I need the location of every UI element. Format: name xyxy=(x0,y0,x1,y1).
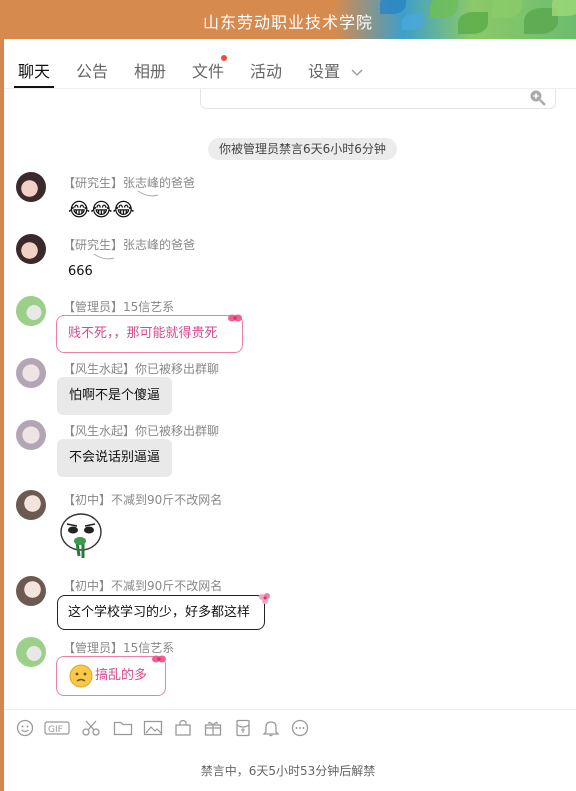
sender-line: 【管理员】15信艺系 xyxy=(63,298,174,315)
tab-settings-label: 设置 xyxy=(308,62,341,81)
message-bubble: 这个学校学习的少，好多都这样 xyxy=(57,595,265,630)
message-bubble: 不会说话别逼逼 xyxy=(57,439,173,477)
message-text: 😂😂😂 xyxy=(68,199,135,221)
sender-line: 【初中】不减到90斤不改网名 xyxy=(63,577,222,594)
message-bubble: 搞乱的多 xyxy=(56,656,166,696)
member-rank: 【初中】 xyxy=(63,579,112,593)
tab-bar: 聊天 公告 相册 文件 活动 设置 xyxy=(4,39,576,89)
sender-name[interactable]: 张志峰的爸爸 xyxy=(123,176,195,190)
member-rank: 【研究生】 xyxy=(63,176,124,190)
message-text: 666 xyxy=(68,264,93,279)
avatar[interactable] xyxy=(16,172,46,202)
avatar[interactable] xyxy=(16,296,46,326)
flower-decoration xyxy=(259,593,270,604)
avatar[interactable] xyxy=(16,234,46,264)
member-rank: 【初中】 xyxy=(63,493,112,507)
sender-name[interactable]: 不减到90斤不改网名 xyxy=(111,493,222,507)
name-tail-decoration xyxy=(137,190,159,197)
tab-settings[interactable]: 设置 xyxy=(308,58,363,82)
gift-icon[interactable] xyxy=(203,719,223,737)
sender-line: 【风生水起】你已被移出群聊 xyxy=(63,360,219,377)
search-box[interactable] xyxy=(200,89,556,109)
avatar[interactable] xyxy=(16,420,46,450)
gift-bag-icon[interactable] xyxy=(173,719,193,737)
window-title: 山东劳动职业技术学院 xyxy=(202,13,373,32)
member-rank: 【风生水起】 xyxy=(63,424,136,438)
member-rank: 【管理员】 xyxy=(63,641,124,655)
sender-name[interactable]: 15信艺系 xyxy=(123,300,174,314)
sender-line: 【管理员】15信艺系 xyxy=(63,639,174,656)
message-bubble: 怕啊不是个傻逼 xyxy=(57,377,173,415)
member-rank: 【风生水起】 xyxy=(63,362,136,376)
svg-text:GIF: GIF xyxy=(48,725,63,735)
sender-line: 【研究生】张志峰的爸爸 xyxy=(63,174,195,191)
message-text: 怕啊不是个傻逼 xyxy=(69,388,161,403)
zoom-in-icon[interactable] xyxy=(529,89,547,107)
sender-line: 【初中】不减到90斤不改网名 xyxy=(63,491,222,508)
sender-line: 【研究生】张志峰的爸爸 xyxy=(63,236,195,253)
mute-notice: 你被管理员禁言6天6小时6分钟 xyxy=(208,138,397,160)
gif-icon[interactable]: GIF xyxy=(44,719,70,737)
message-text: 这个学校学习的少，好多都这样 xyxy=(68,605,251,620)
member-rank: 【研究生】 xyxy=(63,238,124,252)
sender-name[interactable]: 你已被移出群聊 xyxy=(135,362,219,376)
red-packet-icon[interactable] xyxy=(233,719,253,737)
name-tail-decoration xyxy=(93,253,115,260)
message-bubble: 贱不死，，那可能就得贵死 xyxy=(56,315,243,353)
bow-decoration xyxy=(152,655,166,663)
sender-name[interactable]: 15信艺系 xyxy=(123,641,174,655)
emoji-icon[interactable] xyxy=(15,719,35,737)
tab-album[interactable]: 相册 xyxy=(134,58,166,82)
tab-chat[interactable]: 聊天 xyxy=(18,58,50,82)
input-toolbar: GIF xyxy=(4,709,576,745)
new-file-badge xyxy=(221,55,227,61)
bow-decoration xyxy=(228,314,242,322)
tab-files[interactable]: 文件 xyxy=(192,58,224,82)
more-icon[interactable] xyxy=(290,719,310,737)
tab-activities[interactable]: 活动 xyxy=(250,58,282,82)
active-tab-indicator xyxy=(14,86,54,88)
worried-face-icon xyxy=(69,664,93,687)
chevron-down-icon xyxy=(351,69,363,76)
avatar[interactable] xyxy=(16,490,46,520)
window-frame xyxy=(0,0,4,791)
tab-announcements[interactable]: 公告 xyxy=(76,58,108,82)
folder-icon[interactable] xyxy=(113,719,133,737)
message-text: 搞乱的多 xyxy=(95,668,148,683)
avatar[interactable] xyxy=(16,576,46,606)
member-rank: 【管理员】 xyxy=(63,300,124,314)
title-bar[interactable]: 山东劳动职业技术学院 xyxy=(0,0,576,39)
bell-icon[interactable] xyxy=(261,719,281,737)
sender-line: 【风生水起】你已被移出群聊 xyxy=(63,422,219,439)
sender-name[interactable]: 张志峰的爸爸 xyxy=(123,238,195,252)
avatar[interactable] xyxy=(16,637,46,667)
message-text: 贱不死，，那可能就得贵死 xyxy=(68,326,218,341)
message-text: 不会说话别逼逼 xyxy=(69,450,161,465)
mute-status: 禁言中，6天5小时53分钟后解禁 xyxy=(200,764,376,778)
sender-name[interactable]: 你已被移出群聊 xyxy=(135,424,219,438)
sticker-image[interactable] xyxy=(57,510,107,560)
sender-name[interactable]: 不减到90斤不改网名 xyxy=(111,579,222,593)
scissors-icon[interactable] xyxy=(81,719,101,737)
avatar[interactable] xyxy=(16,358,46,388)
image-icon[interactable] xyxy=(143,719,163,737)
